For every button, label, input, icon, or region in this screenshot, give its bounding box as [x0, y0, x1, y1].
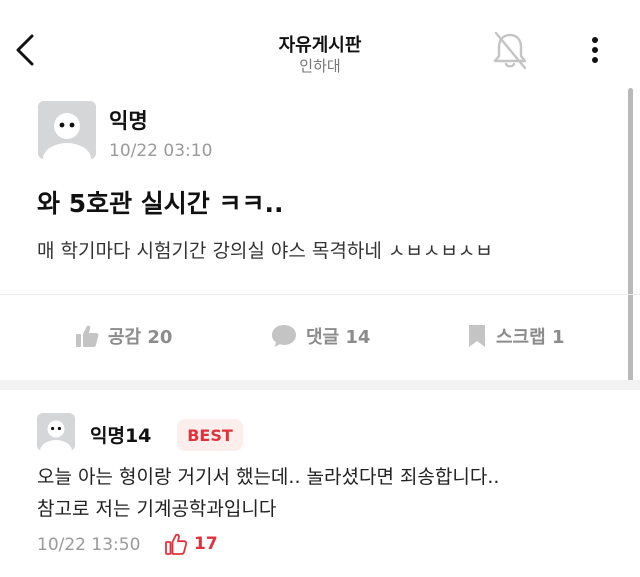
post-title: 와 5호관 실시간 ㅋㅋ.. — [37, 189, 284, 218]
comment-button[interactable]: 댓글 14 — [270, 318, 370, 354]
thumbs-up-icon — [76, 325, 99, 347]
top-bar: 자유게시판 인하대 — [0, 0, 640, 90]
board-title: 자유게시판 — [278, 35, 362, 56]
scrap-button[interactable]: 스크랩 1 — [466, 318, 564, 354]
thumbs-up-outline-icon — [165, 533, 188, 555]
like-label: 공감 20 — [108, 327, 173, 348]
default-profile-icon — [38, 101, 96, 159]
more-options-button[interactable] — [580, 32, 610, 68]
comment-body: 오늘 아는 형이랑 거기서 했는데.. 놀라셨다면 죄송합니다.. 참고로 저는… — [37, 461, 627, 525]
post-author: 익명 — [109, 109, 148, 133]
post-timestamp: 10/22 03:10 — [109, 141, 213, 161]
school-name: 인하대 — [299, 57, 341, 75]
post-body: 매 학기마다 시험기간 강의실 야스 목격하네 ㅅㅂㅅㅂㅅㅂ — [37, 240, 493, 262]
notification-toggle-button[interactable] — [489, 28, 531, 72]
comment-line: 오늘 아는 형이랑 거기서 했는데.. 놀라셨다면 죄송합니다.. — [37, 466, 500, 488]
scrollbar[interactable] — [628, 88, 633, 388]
speech-bubble-icon — [272, 325, 296, 347]
comment-count-label: 댓글 14 — [306, 327, 371, 348]
section-divider — [0, 380, 640, 390]
avatar — [38, 101, 96, 159]
bookmark-icon — [469, 325, 485, 347]
like-button[interactable]: 공감 20 — [74, 318, 172, 354]
more-vertical-icon — [592, 37, 598, 63]
best-badge: BEST — [177, 419, 243, 451]
divider — [0, 294, 640, 295]
comment-line: 참고로 저는 기계공학과입니다 — [37, 498, 277, 520]
bell-off-icon — [493, 31, 527, 70]
comment-like-number: 17 — [194, 534, 218, 554]
comment-author: 익명14 — [90, 425, 152, 447]
comment-timestamp: 10/22 13:50 — [37, 535, 141, 555]
scrap-label: 스크랩 1 — [496, 327, 565, 348]
comment-avatar — [37, 413, 75, 451]
comment-like-count[interactable]: 17 — [164, 532, 218, 556]
default-profile-icon — [37, 413, 75, 451]
